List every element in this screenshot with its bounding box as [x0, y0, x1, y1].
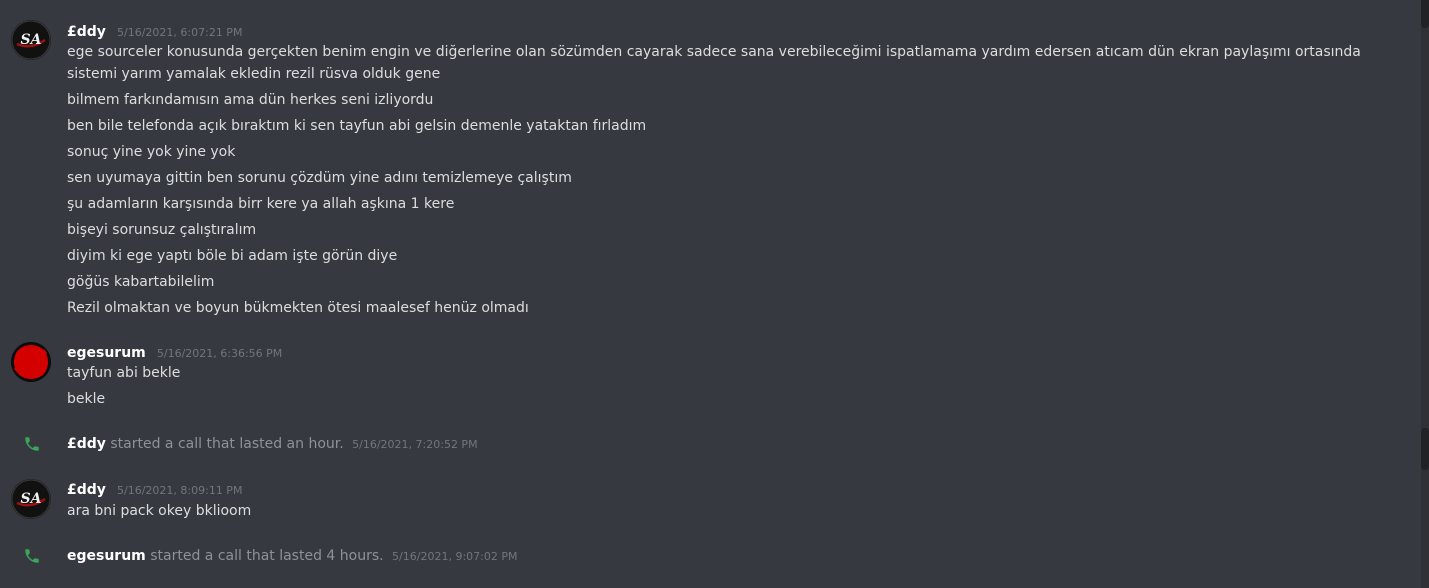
scrollbar-thumb[interactable] — [1421, 428, 1429, 470]
user-avatar[interactable]: SA — [11, 20, 51, 60]
phone-icon — [25, 437, 39, 451]
message-text: ben bile telefonda açık bıraktım ki sen … — [67, 118, 647, 134]
username[interactable]: £ddy — [67, 436, 106, 452]
message-text: diyim ki ege yaptı böle bi adam işte gör… — [67, 248, 398, 264]
phone-icon — [25, 549, 39, 563]
timestamp[interactable]: 5/16/2021, 7:20:52 PM — [352, 438, 477, 451]
timestamp[interactable]: 5/16/2021, 8:09:11 PM — [117, 484, 242, 497]
timestamp[interactable]: 5/16/2021, 9:07:02 PM — [392, 550, 517, 563]
message-text: bekle — [67, 391, 106, 407]
message-text: tayfun abi bekle — [67, 365, 181, 381]
sa-logo-icon: SA — [11, 479, 51, 519]
call-text: £ddy started a call that lasted an hour.… — [67, 433, 478, 456]
call-event: egesurum started a call that lasted 4 ho… — [0, 545, 1400, 567]
call-event: £ddy started a call that lasted an hour.… — [0, 433, 1400, 455]
message-text: bilmem farkındamısın ama dün herkes seni… — [67, 92, 434, 108]
message-header: egesurum 5/16/2021, 6:36:56 PM — [67, 342, 282, 361]
user-avatar[interactable] — [11, 342, 51, 382]
username[interactable]: egesurum — [67, 345, 146, 361]
call-description: started a call that lasted 4 hours. — [150, 548, 384, 564]
message-header: £ddy 5/16/2021, 6:07:21 PM — [67, 21, 242, 40]
username[interactable]: £ddy — [67, 482, 106, 498]
user-avatar[interactable]: SA — [11, 479, 51, 519]
message-text: ara bni pack okey bklioom — [67, 503, 252, 519]
message-text: Rezil olmaktan ve boyun bükmekten ötesi … — [67, 300, 529, 316]
username[interactable]: egesurum — [67, 548, 146, 564]
message-text: şu adamların karşısında birr kere ya all… — [67, 196, 455, 212]
username[interactable]: £ddy — [67, 24, 106, 40]
timestamp[interactable]: 5/16/2021, 6:36:56 PM — [157, 347, 282, 360]
call-text: egesurum started a call that lasted 4 ho… — [67, 545, 517, 568]
svg-text:SA: SA — [21, 32, 42, 48]
message-text: göğüs kabartabilelim — [67, 274, 215, 290]
scrollbar-track[interactable] — [1421, 0, 1429, 588]
sa-logo-icon: SA — [11, 20, 51, 60]
message-text: sonuç yine yok yine yok — [67, 144, 236, 160]
call-description: started a call that lasted an hour. — [110, 436, 344, 452]
scrollbar-top — [1421, 0, 1429, 28]
message-text: sen uyumaya gittin ben sorunu çözdüm yin… — [67, 170, 572, 186]
message-header: £ddy 5/16/2021, 8:09:11 PM — [67, 479, 242, 498]
message-text: ege sourceler konusunda gerçekten benim … — [67, 44, 1361, 82]
timestamp[interactable]: 5/16/2021, 6:07:21 PM — [117, 26, 242, 39]
red-circle-icon — [11, 342, 51, 382]
svg-text:SA: SA — [21, 491, 42, 507]
message-text: bişeyi sorunsuz çalıştıralım — [67, 222, 257, 238]
